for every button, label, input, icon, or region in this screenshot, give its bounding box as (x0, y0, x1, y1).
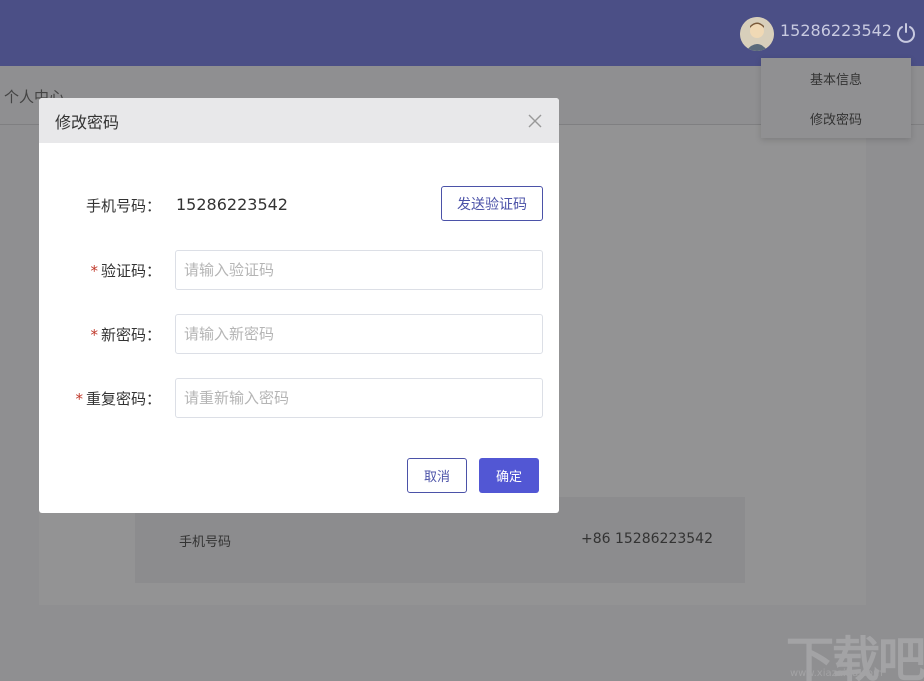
username-label[interactable]: 15286223542 (780, 21, 892, 40)
phone-value: 15286223542 (176, 195, 288, 214)
repeat-password-label: * 重复密码： (39, 388, 161, 409)
new-password-label: * 新密码： (39, 324, 161, 345)
dialog-header: 修改密码 (39, 98, 559, 143)
watermark-url: www.xiazaiba.com (790, 668, 883, 679)
change-password-dialog: 修改密码 手机号码： 15286223542 发送验证码 *验证码： *新密码：… (39, 98, 559, 513)
code-label: * 验证码： (39, 260, 161, 281)
required-mark: * (75, 390, 83, 408)
cancel-button[interactable]: 取消 (407, 458, 467, 493)
required-mark: * (90, 326, 98, 344)
confirm-button[interactable]: 确定 (479, 458, 539, 493)
info-value: +86 15286223542 (581, 531, 713, 547)
user-dropdown-menu: 基本信息 修改密码 (761, 58, 911, 138)
power-icon[interactable] (895, 22, 917, 44)
user-avatar-icon[interactable] (740, 17, 774, 51)
code-input[interactable] (175, 250, 543, 290)
send-code-button[interactable]: 发送验证码 (441, 186, 543, 221)
required-mark: * (90, 262, 98, 280)
phone-label: 手机号码： (85, 197, 161, 215)
new-password-input[interactable] (175, 314, 543, 354)
dropdown-item-change-password[interactable]: 修改密码 (761, 109, 911, 128)
new-password-label-text: 新密码： (100, 326, 161, 344)
repeat-password-label-text: 重复密码： (85, 390, 161, 408)
close-icon[interactable] (527, 113, 543, 129)
top-navbar: 15286223542 (0, 0, 924, 66)
code-label-text: 验证码： (100, 262, 161, 280)
dialog-title: 修改密码 (55, 113, 120, 132)
info-label: 手机号码 (179, 535, 232, 550)
repeat-password-input[interactable] (175, 378, 543, 418)
dropdown-item-basic-info[interactable]: 基本信息 (761, 69, 911, 88)
